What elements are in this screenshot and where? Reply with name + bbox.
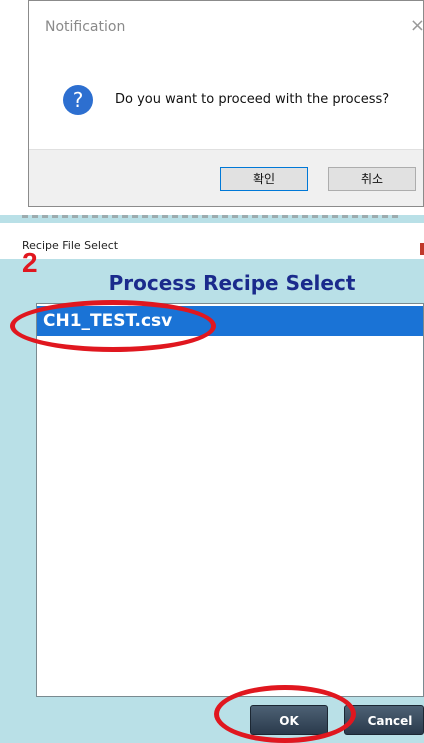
- recipe-file-list[interactable]: CH1_TEST.csv: [36, 303, 424, 697]
- step-number-annotation: 2: [22, 247, 38, 278]
- question-icon: ?: [63, 85, 93, 115]
- recipe-titlebar: Recipe File Select: [0, 223, 424, 259]
- notification-titlebar: Notification ×: [29, 1, 423, 55]
- page-title: Process Recipe Select: [108, 271, 356, 295]
- divider: [22, 215, 402, 218]
- highlight-ellipse-ok: [214, 685, 356, 743]
- notification-footer: 확인 취소: [29, 149, 423, 206]
- confirm-button[interactable]: 확인: [220, 167, 308, 191]
- close-icon[interactable]: ×: [410, 15, 423, 36]
- notification-message: Do you want to proceed with the process?: [115, 92, 390, 107]
- notification-dialog: Notification × ? Do you want to proceed …: [28, 0, 424, 207]
- recipe-file-select-dialog: Recipe File Select Process Recipe Select…: [0, 215, 424, 743]
- cancel-button[interactable]: Cancel: [344, 705, 424, 735]
- cancel-button[interactable]: 취소: [328, 167, 416, 191]
- notification-title: Notification: [45, 19, 126, 35]
- highlight-ellipse-file: [10, 300, 216, 352]
- close-icon[interactable]: [420, 243, 424, 255]
